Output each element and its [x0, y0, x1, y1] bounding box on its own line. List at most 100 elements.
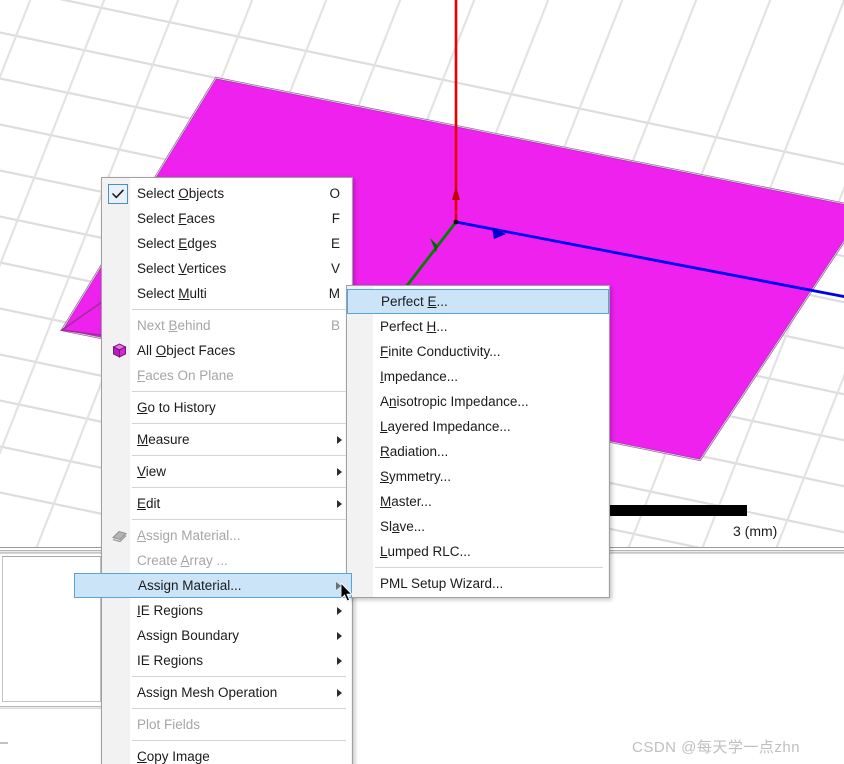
menu-separator — [132, 487, 346, 488]
submenu-item-label: Radiation... — [380, 443, 449, 459]
material-icon — [110, 528, 129, 543]
left-edge-tick — [0, 742, 8, 744]
modeler-context-menu[interactable]: Select Objects O Select Faces F Select E… — [74, 177, 353, 764]
menu-separator — [132, 519, 346, 520]
menu-item-copy-image[interactable]: Copy Image — [102, 744, 352, 764]
menu-item-label: Assign Mesh Operation — [137, 684, 278, 700]
menu-item-faces-on-plane: Faces On Plane — [102, 363, 352, 388]
submenu-item-lumped-rlc[interactable]: Lumped RLC... — [347, 539, 609, 564]
menu-item-label: Next Behind — [137, 317, 211, 333]
lower-panel-divider — [0, 706, 102, 709]
cube-icon — [111, 342, 128, 359]
menu-item-select-faces[interactable]: Select Faces F — [102, 206, 352, 231]
menu-separator — [132, 423, 346, 424]
menu-item-plot-mesh: Plot Fields — [102, 712, 352, 737]
menu-item-label: Go to History — [137, 399, 216, 415]
menu-item-label: Plot Fields — [137, 716, 201, 732]
menu-item-select-multi[interactable]: Select Multi M — [102, 281, 352, 306]
menu-item-label: Measure — [137, 431, 190, 447]
submenu-arrow-icon — [337, 499, 342, 508]
menu-item-label: Select Objects — [137, 185, 225, 201]
submenu-arrow-icon — [337, 435, 342, 444]
menu-item-next-behind: Next Behind B — [102, 313, 352, 338]
submenu-item-radiation[interactable]: Radiation... — [347, 439, 609, 464]
submenu-arrow-icon — [337, 688, 342, 697]
menu-item-view[interactable]: View — [102, 459, 352, 484]
submenu-arrow-icon — [337, 606, 342, 615]
menu-item-plot-fields[interactable]: Assign Mesh Operation — [102, 680, 352, 705]
submenu-item-label: Layered Impedance... — [380, 418, 511, 434]
submenu-item-layered-impedance[interactable]: Layered Impedance... — [347, 414, 609, 439]
menu-item-label: Faces On Plane — [137, 367, 234, 383]
submenu-item-label: Anisotropic Impedance... — [380, 393, 529, 409]
menu-item-select-objects[interactable]: Select Objects O — [102, 181, 352, 206]
menu-separator — [132, 455, 346, 456]
menu-item-label: Select Vertices — [137, 260, 227, 276]
submenu-arrow-icon — [337, 467, 342, 476]
checkmark-icon — [108, 183, 128, 204]
submenu-item-label: Master... — [380, 493, 432, 509]
menu-item-label: Select Edges — [137, 235, 217, 251]
scale-bar-label: 3 (mm) — [733, 523, 778, 539]
menu-item-assign-boundary[interactable]: Assign Material... — [74, 573, 352, 598]
submenu-item-symmetry[interactable]: Symmetry... — [347, 464, 609, 489]
menu-separator — [132, 708, 346, 709]
menu-item-go-to-history[interactable]: Go to History — [102, 395, 352, 420]
scale-bar — [608, 505, 747, 516]
menu-item-ie-regions[interactable]: IE Regions — [102, 598, 352, 623]
menu-item-accel: F — [331, 211, 340, 226]
menu-separator — [132, 391, 346, 392]
submenu-item-perfect-h[interactable]: Perfect H... — [347, 314, 609, 339]
submenu-item-perfect-e[interactable]: Perfect E... — [347, 289, 609, 314]
menu-item-assign-mesh-operation[interactable]: IE Regions — [102, 648, 352, 673]
menu-item-label: Select Multi — [137, 285, 207, 301]
menu-item-select-edges[interactable]: Select Edges E — [102, 231, 352, 256]
submenu-arrow-icon — [337, 631, 342, 640]
menu-item-accel: O — [329, 186, 340, 201]
application-window: 3 (mm) Select Objects O Select Faces F S… — [0, 0, 844, 764]
menu-item-label: IE Regions — [137, 652, 204, 668]
menu-item-accel: V — [330, 261, 340, 276]
submenu-separator — [375, 567, 603, 568]
submenu-item-label: Lumped RLC... — [380, 543, 471, 559]
submenu-item-label: Slave... — [380, 518, 426, 534]
submenu-item-pml-setup-wizard[interactable]: PML Setup Wizard... — [347, 571, 609, 596]
csdn-watermark: CSDN @每天学一点zhn — [632, 739, 801, 756]
submenu-item-slave[interactable]: Slave... — [347, 514, 609, 539]
menu-separator — [132, 740, 346, 741]
menu-item-label: All Object Faces — [137, 342, 236, 358]
menu-item-accel: M — [328, 286, 340, 301]
assign-boundary-submenu[interactable]: Perfect E... Perfect H... Finite Conduct… — [346, 285, 610, 598]
menu-item-label: View — [137, 463, 167, 479]
submenu-item-anisotropic-impedance[interactable]: Anisotropic Impedance... — [347, 389, 609, 414]
menu-item-accel: E — [330, 236, 340, 251]
submenu-item-label: Impedance... — [380, 368, 459, 384]
submenu-item-label: Finite Conductivity... — [380, 343, 501, 359]
menu-item-assign-material: Assign Material... — [102, 523, 352, 548]
menu-item-assign-excitation[interactable]: Assign Boundary — [102, 623, 352, 648]
submenu-arrow-icon — [336, 581, 341, 590]
menu-item-label: Assign Material... — [138, 577, 242, 593]
menu-item-select-vertices[interactable]: Select Vertices V — [102, 256, 352, 281]
menu-item-label: Assign Material... — [137, 527, 241, 543]
menu-item-edit[interactable]: Edit — [102, 491, 352, 516]
submenu-item-label: Perfect H... — [380, 318, 448, 334]
menu-item-label: Edit — [137, 495, 161, 511]
menu-item-label: Assign Boundary — [137, 627, 240, 643]
menu-item-create-array: Create Array ... — [102, 548, 352, 573]
submenu-item-label: Perfect E... — [381, 293, 448, 309]
submenu-item-label: Symmetry... — [380, 468, 452, 484]
menu-item-all-object-faces[interactable]: All Object Faces — [102, 338, 352, 363]
menu-separator — [132, 309, 346, 310]
menu-separator — [132, 676, 346, 677]
menu-item-label: IE Regions — [137, 602, 204, 618]
submenu-item-master[interactable]: Master... — [347, 489, 609, 514]
menu-item-measure[interactable]: Measure — [102, 427, 352, 452]
menu-item-accel: B — [330, 318, 340, 333]
submenu-item-label: PML Setup Wizard... — [380, 575, 504, 591]
menu-item-label: Copy Image — [137, 748, 210, 764]
submenu-item-impedance[interactable]: Impedance... — [347, 364, 609, 389]
menu-item-label: Create Array ... — [137, 552, 228, 568]
submenu-item-finite-conductivity[interactable]: Finite Conductivity... — [347, 339, 609, 364]
submenu-arrow-icon — [337, 656, 342, 665]
